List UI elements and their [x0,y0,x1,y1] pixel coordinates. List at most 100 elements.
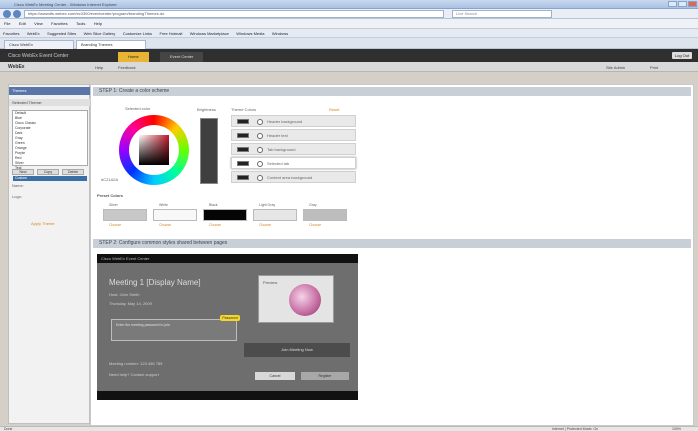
favorites-bar: Favorites WebEx Suggested Sites Web Slic… [0,29,698,38]
join-meeting-button[interactable]: Join Meeting Now [244,343,350,357]
zoom-level[interactable]: 100% [672,427,681,431]
password-box[interactable]: Enter the meeting password to join [111,319,237,341]
apply-theme-link[interactable]: Apply Theme [31,221,55,226]
preset-colors-title: Preset Colors [97,193,124,198]
preset-choose-link[interactable]: Choose [209,223,221,227]
main-content: STEP 1: Create a color scheme Selected c… [90,84,694,426]
flower-image [289,284,321,316]
preset-label: Black [209,203,218,207]
forward-icon[interactable] [13,10,21,18]
menu-file[interactable]: File [4,21,10,26]
maximize-icon[interactable] [678,1,687,7]
color-row[interactable]: Content area background [231,171,356,183]
preview-meeting-number: Meeting number: 123 456 789 [109,361,163,366]
selected-color-value: #C21A2A [101,177,119,182]
site-admin-link[interactable]: Site Admin [606,65,625,70]
close-icon[interactable] [688,1,697,7]
color-row[interactable]: Header background [231,115,356,127]
preset-swatch[interactable] [203,209,247,221]
preset-label: White [159,203,168,207]
status-bar: Done Internet | Protected Mode: On 100% [0,426,698,431]
preview-help-line: Need help? Contact support [109,372,159,377]
delete-theme-button[interactable]: Delete [62,169,84,175]
theme-list[interactable]: Default Blue Cisco Classic Corporate Dark Gra… [12,110,88,181]
tab-event-center[interactable]: Event Center [160,52,204,62]
browser-window: Cisco WebEx Meeting Center - Windows Int… [0,0,698,431]
preset-choose-link[interactable]: Choose [309,223,321,227]
color-radio[interactable] [257,161,263,167]
print-link[interactable]: Print [650,65,658,70]
menu-tools[interactable]: Tools [76,21,85,26]
preset-label: Light Gray [259,203,276,207]
favorite-link[interactable]: WebEx [27,31,40,36]
preset-swatch[interactable] [153,209,197,221]
theme-preview: Cisco WebEx Event Center Meeting 1 [Disp… [97,254,358,400]
app-subtitle: WebEx [8,64,25,70]
favorite-link[interactable]: Free Hotmail [159,31,182,36]
color-wheel[interactable] [119,115,189,185]
browser-tab-active[interactable]: Branding Themes [76,40,146,49]
search-input[interactable]: Live Search [452,10,552,18]
step1-header: STEP 1: Create a color scheme [93,87,691,96]
logo-label: Logo: [12,194,23,199]
theme-colors-label: Theme Colors [231,107,257,112]
browser-tab[interactable]: Cisco WebEx [4,40,74,49]
panel-header: Themes [9,87,91,95]
color-radio[interactable] [257,119,263,125]
favorite-link[interactable]: Windows [272,31,288,36]
logout-button[interactable]: Log Out [672,52,692,59]
saturation-square[interactable] [139,135,169,165]
tab-home[interactable]: Home [118,52,149,62]
preview-thumbnail: Preview [258,275,334,323]
thumbnail-label: Preview [263,280,278,285]
color-radio[interactable] [257,147,263,153]
color-row[interactable]: Tab background [231,143,356,155]
feedback-link[interactable]: Feedback [118,65,136,70]
menu-view[interactable]: View [34,21,43,26]
color-swatch [237,133,249,138]
favorite-link[interactable]: Customize Links [123,31,152,36]
favorite-link[interactable]: Windows Media [236,31,264,36]
brightness-label: Brightness [197,107,216,112]
favorite-link[interactable]: Favorites [3,31,19,36]
menu-edit[interactable]: Edit [19,21,26,26]
favorite-link[interactable]: Suggested Sites [47,31,76,36]
preview-host-line: Host: John Smith [109,292,140,297]
preset-choose-link[interactable]: Choose [259,223,271,227]
name-label: Name: [12,183,24,188]
theme-list-item-selected[interactable]: Custom [13,176,87,181]
favorite-link[interactable]: Web Slice Gallery [84,31,116,36]
color-radio[interactable] [257,133,263,139]
brightness-slider[interactable] [200,118,218,184]
color-swatch [237,147,249,152]
back-icon[interactable] [3,10,11,18]
new-theme-button[interactable]: New [12,169,34,175]
menu-help[interactable]: Help [94,21,102,26]
minimize-icon[interactable] [668,1,677,7]
security-zone: Internet | Protected Mode: On [552,427,599,431]
title-bar: Cisco WebEx Meeting Center - Windows Int… [0,0,698,9]
selected-color-label: Selected color [125,106,151,111]
menu-favorites[interactable]: Favorites [51,21,67,26]
preview-cancel-button[interactable]: Cancel [255,372,295,380]
panel-subheader: Selected Theme: [9,99,91,106]
preview-footer [97,391,358,400]
preview-register-button[interactable]: Register [301,372,349,380]
favorite-link[interactable]: Windows Marketplace [190,31,229,36]
copy-theme-button[interactable]: Copy [37,169,59,175]
address-input[interactable]: https://wwwdfs.webex.com/ec3300/eventcen… [24,10,444,18]
preset-swatch[interactable] [103,209,147,221]
color-row-selected[interactable]: Selected tab [231,157,356,169]
preset-swatch[interactable] [253,209,297,221]
reset-link[interactable]: Reset [329,107,339,112]
color-swatch [237,119,249,124]
color-radio[interactable] [257,175,263,181]
help-link[interactable]: Help [95,65,103,70]
color-row[interactable]: Header text [231,129,356,141]
preview-header: Cisco WebEx Event Center [97,254,358,263]
preset-label: Gray [309,203,317,207]
preset-choose-link[interactable]: Choose [159,223,171,227]
browser-tab-strip: Cisco WebEx Branding Themes [0,38,698,49]
preset-swatch[interactable] [303,209,347,221]
preset-choose-link[interactable]: Choose [109,223,121,227]
